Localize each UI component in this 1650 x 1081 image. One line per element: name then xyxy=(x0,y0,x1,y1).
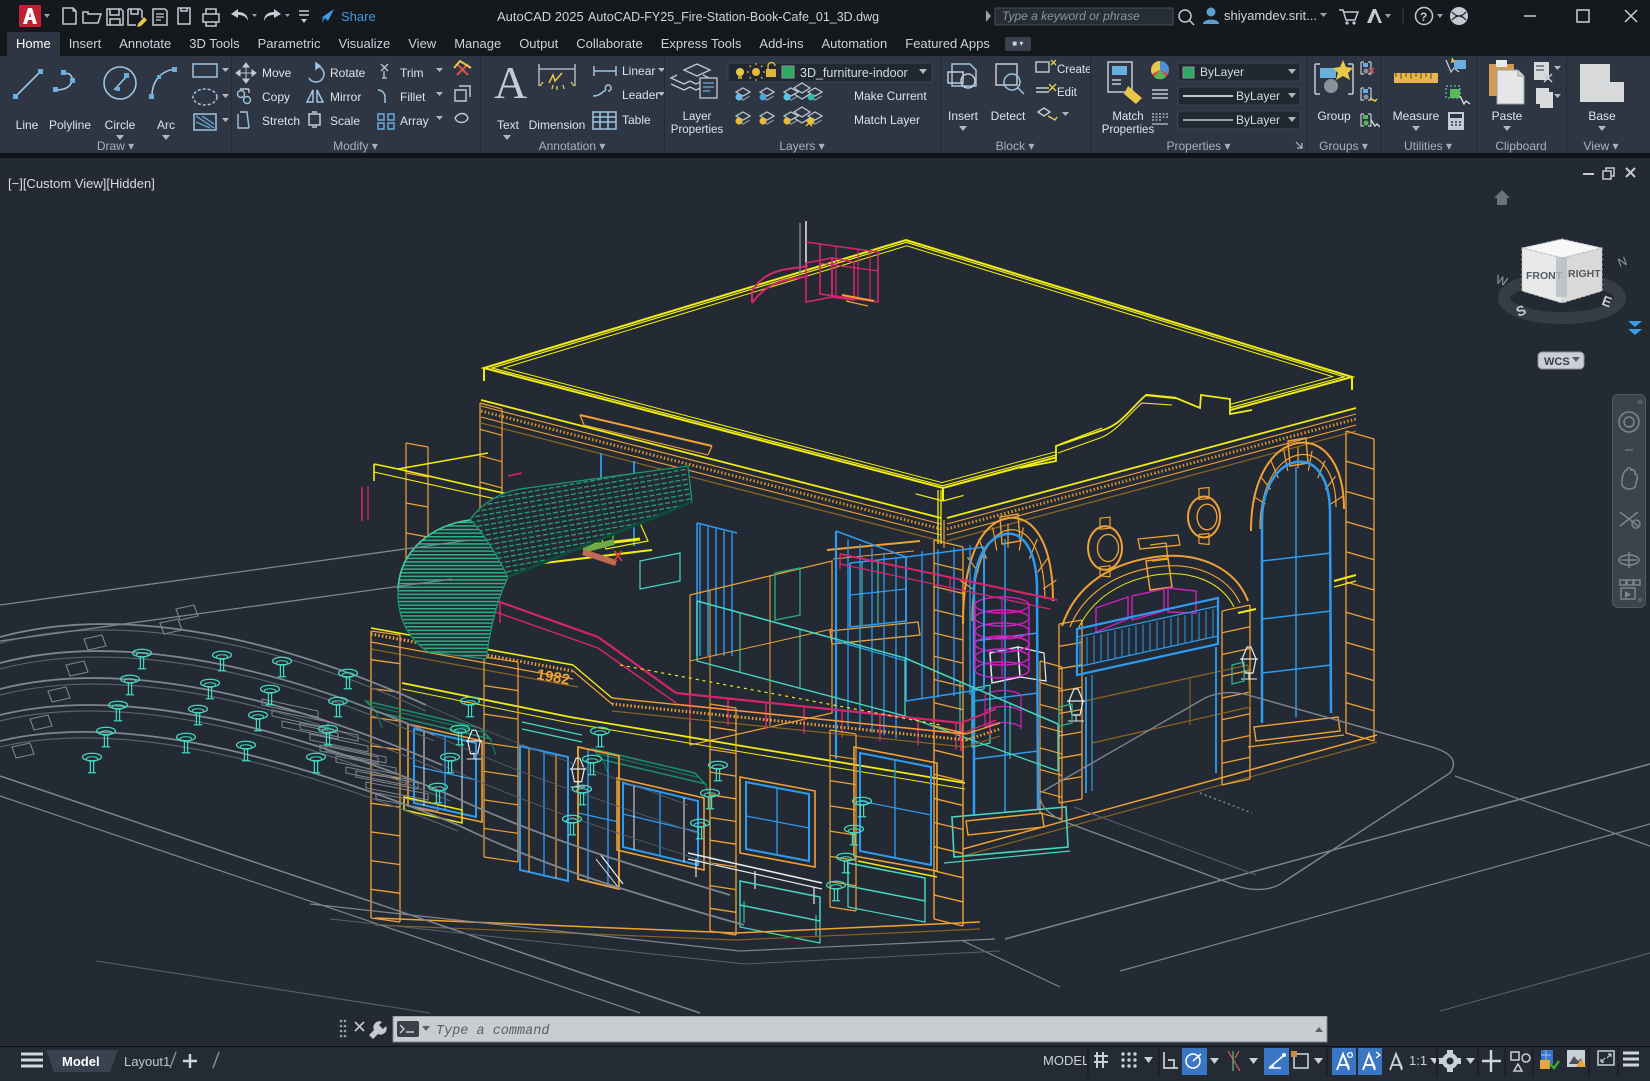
svg-text:Array: Array xyxy=(400,114,429,128)
svg-text:A: A xyxy=(494,57,527,108)
svg-text:Properties: Properties xyxy=(671,124,724,136)
svg-text:ByLayer: ByLayer xyxy=(1200,65,1244,79)
svg-text:Model: Model xyxy=(62,1054,100,1069)
svg-text:Detect: Detect xyxy=(991,109,1026,123)
svg-text:Group: Group xyxy=(1317,109,1351,123)
svg-text:Base: Base xyxy=(1588,109,1616,123)
svg-text:Fillet: Fillet xyxy=(400,90,426,104)
svg-text:Mirror: Mirror xyxy=(330,90,361,104)
svg-text:1982: 1982 xyxy=(535,666,571,689)
svg-text:Circle: Circle xyxy=(105,118,136,132)
svg-text:Scale: Scale xyxy=(330,114,360,128)
svg-text:N: N xyxy=(1616,254,1629,270)
svg-text:Share: Share xyxy=(341,9,376,24)
svg-text:Dimension: Dimension xyxy=(529,118,586,132)
svg-text:Table: Table xyxy=(622,113,651,127)
svg-text:Layout1: Layout1 xyxy=(124,1054,170,1069)
svg-text:Line: Line xyxy=(16,118,39,132)
svg-text:Rotate: Rotate xyxy=(330,66,366,80)
svg-text:Create: Create xyxy=(1057,64,1090,76)
svg-text:Paste: Paste xyxy=(1492,109,1523,123)
svg-text:AutoCAD 2025: AutoCAD 2025 xyxy=(497,9,584,24)
svg-text:Move: Move xyxy=(262,66,292,80)
svg-text:X: X xyxy=(613,548,623,565)
svg-text:Linear: Linear xyxy=(622,64,655,78)
svg-text:shiyamdev.srit...: shiyamdev.srit... xyxy=(1224,8,1317,23)
svg-text:Stretch: Stretch xyxy=(262,114,300,128)
svg-text:Match Layer: Match Layer xyxy=(854,113,920,127)
svg-text:1:1: 1:1 xyxy=(1409,1053,1427,1068)
svg-text:?: ? xyxy=(1420,10,1427,24)
svg-text:Edit: Edit xyxy=(1057,87,1078,99)
svg-text:Match: Match xyxy=(1112,111,1143,123)
svg-text:Measure: Measure xyxy=(1393,109,1440,123)
svg-text:Copy: Copy xyxy=(262,90,290,104)
svg-text:Leader: Leader xyxy=(622,88,659,102)
svg-text:Trim: Trim xyxy=(400,66,424,80)
svg-text:Polyline: Polyline xyxy=(49,118,91,132)
svg-text:Type a keyword or phrase: Type a keyword or phrase xyxy=(1002,9,1140,23)
svg-text:Make Current: Make Current xyxy=(854,89,927,103)
svg-text:WCS: WCS xyxy=(1544,356,1570,368)
svg-text:MODEL: MODEL xyxy=(1043,1053,1089,1068)
svg-text:3D_furniture-indoor: 3D_furniture-indoor xyxy=(800,66,908,80)
svg-text:Arc: Arc xyxy=(157,118,175,132)
svg-text:Type a command: Type a command xyxy=(436,1024,550,1039)
svg-text:Layer: Layer xyxy=(683,111,712,123)
svg-text:Text: Text xyxy=(497,118,520,132)
svg-text:Insert: Insert xyxy=(948,109,979,123)
svg-text:RIGHT: RIGHT xyxy=(1568,268,1601,280)
svg-text:ByLayer: ByLayer xyxy=(1236,89,1280,103)
svg-text:AutoCAD-FY25_Fire-Station-Book: AutoCAD-FY25_Fire-Station-Book-Cafe_01_3… xyxy=(588,10,879,24)
svg-text:ByLayer: ByLayer xyxy=(1236,113,1280,127)
svg-text:Properties: Properties xyxy=(1102,124,1155,136)
